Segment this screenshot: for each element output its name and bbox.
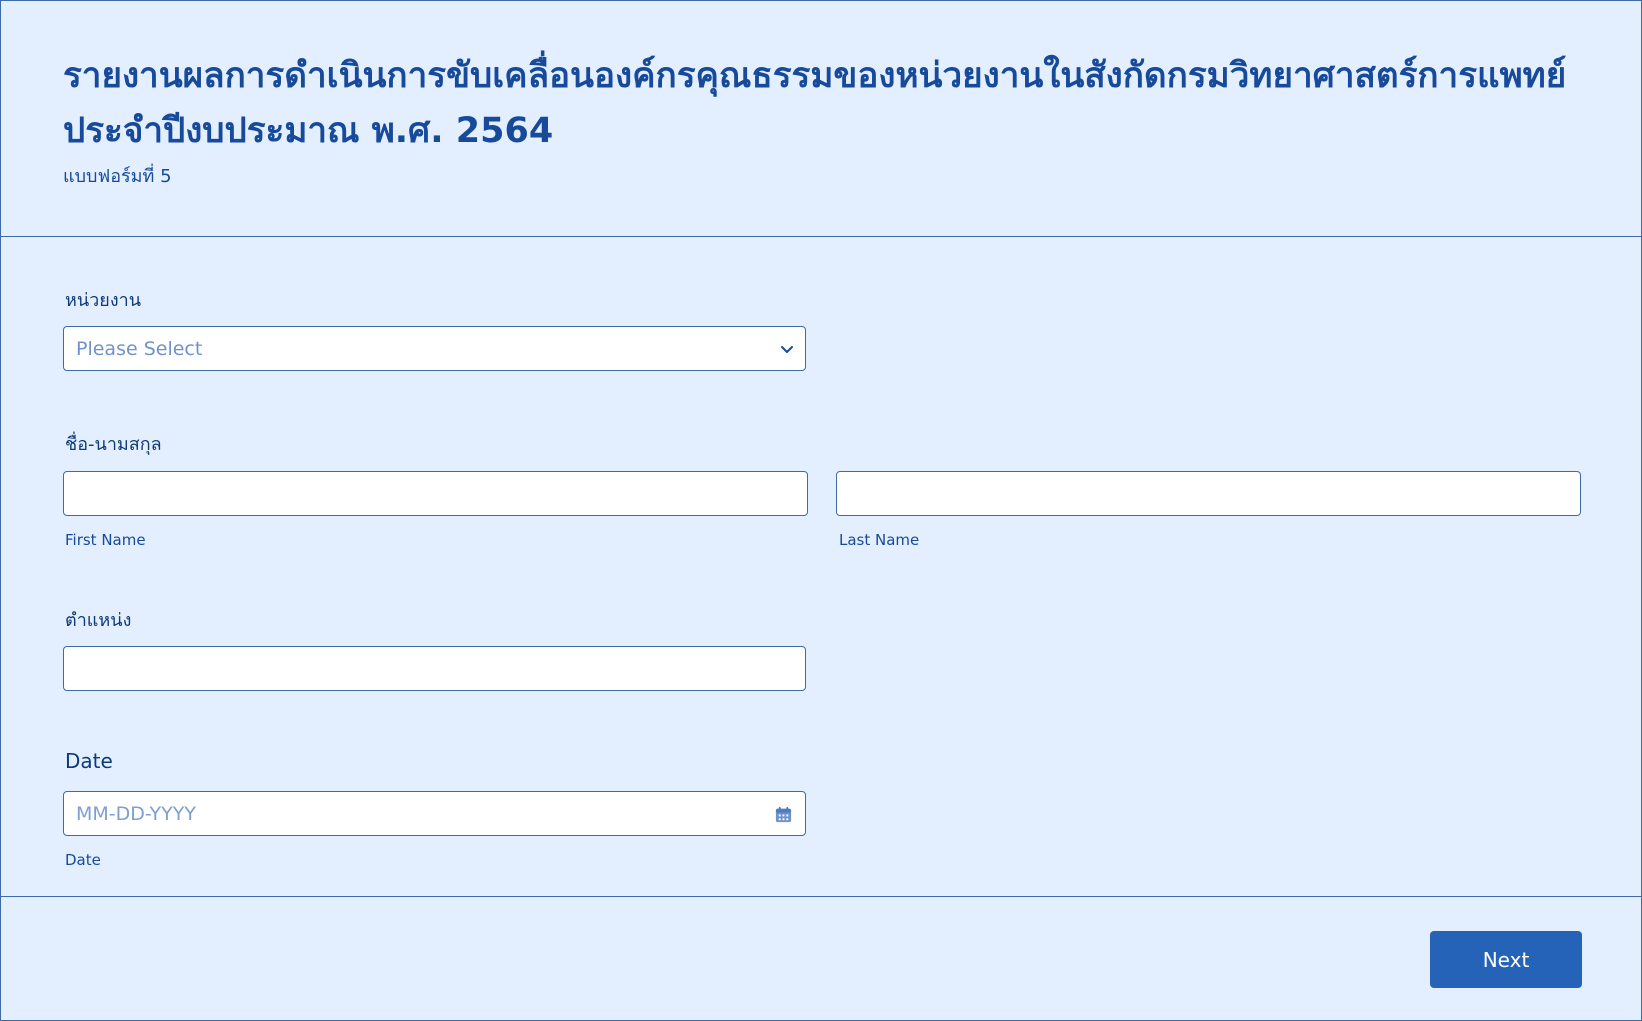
form-title-line-2: ประจำปีงบประมาณ พ.ศ. 2564 bbox=[63, 111, 554, 151]
date-sublabel: Date bbox=[65, 851, 101, 869]
date-label: Date bbox=[65, 749, 113, 773]
footer-divider bbox=[1, 896, 1641, 897]
first-name-input[interactable] bbox=[64, 472, 807, 515]
position-field[interactable] bbox=[63, 646, 806, 691]
calendar-icon[interactable] bbox=[774, 805, 793, 824]
form-subtitle: แบบฟอร์มที่ 5 bbox=[63, 166, 172, 187]
form-header: รายงานผลการดำเนินการขับเคลื่อนองค์กรคุณธ… bbox=[1, 1, 1641, 237]
name-label: ชื่อ-นามสกุล bbox=[65, 434, 162, 455]
next-button[interactable]: Next bbox=[1430, 931, 1582, 988]
date-field[interactable] bbox=[63, 791, 806, 836]
last-name-input[interactable] bbox=[837, 472, 1580, 515]
unit-select[interactable]: Please Select bbox=[63, 326, 806, 371]
position-label: ตำแหน่ง bbox=[65, 610, 132, 631]
unit-select-value: Please Select bbox=[76, 338, 203, 360]
unit-label: หน่วยงาน bbox=[65, 290, 142, 311]
first-name-sublabel: First Name bbox=[65, 531, 146, 549]
date-input[interactable] bbox=[64, 792, 805, 835]
last-name-field[interactable] bbox=[836, 471, 1581, 516]
position-input[interactable] bbox=[64, 647, 805, 690]
last-name-sublabel: Last Name bbox=[839, 531, 920, 549]
form-title: รายงานผลการดำเนินการขับเคลื่อนองค์กรคุณธ… bbox=[63, 49, 1603, 159]
form-card: รายงานผลการดำเนินการขับเคลื่อนองค์กรคุณธ… bbox=[0, 0, 1642, 1021]
chevron-down-icon bbox=[781, 346, 793, 353]
first-name-field[interactable] bbox=[63, 471, 808, 516]
form-title-line-1: รายงานผลการดำเนินการขับเคลื่อนองค์กรคุณธ… bbox=[63, 56, 1567, 96]
